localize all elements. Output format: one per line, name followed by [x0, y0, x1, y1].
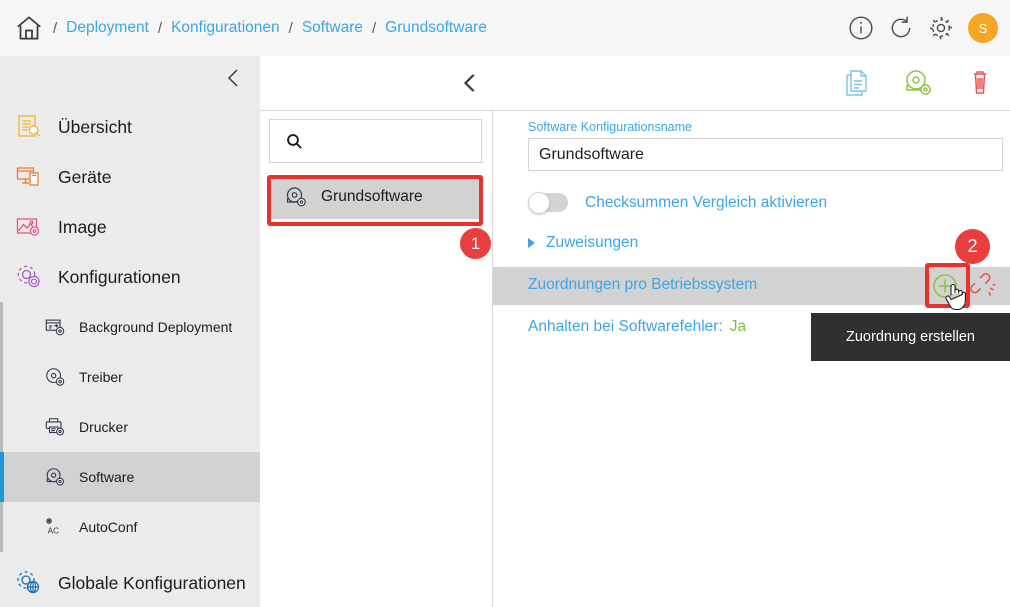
search-icon — [286, 133, 303, 150]
svg-text:AC: AC — [48, 526, 60, 535]
sidebar-subnav: Background Deployment Treiber Drucker So… — [0, 302, 260, 552]
sidebar-nav-list: Übersicht Geräte Image Konfigurationen B… — [0, 102, 260, 607]
sidebar-subitem-label: Drucker — [79, 419, 129, 435]
copy-document-icon[interactable] — [839, 66, 873, 100]
annotation-badge-2-label: 2 — [967, 236, 978, 256]
app-root: / Deployment / Konfigurationen / Softwar… — [0, 0, 1010, 607]
search-input[interactable] — [311, 132, 496, 150]
list-panel: Grundsoftware — [260, 56, 496, 607]
checksum-toggle[interactable] — [528, 191, 568, 214]
detail-toolbar-divider — [493, 110, 1010, 111]
tooltip: Zuordnung erstellen — [811, 313, 1010, 361]
breadcrumb-item-deployment[interactable]: Deployment — [66, 19, 149, 37]
chevron-right-icon — [528, 238, 535, 248]
overview-icon — [14, 112, 44, 142]
breadcrumb-separator-1: / — [157, 19, 163, 37]
row-anhalten-value: Ja — [729, 318, 747, 335]
breadcrumb-item-software[interactable]: Software — [302, 19, 363, 37]
sidebar-subitem-label: Background Deployment — [79, 319, 233, 335]
image-icon — [14, 212, 44, 242]
row-zuordnungen-pro-betriebssystem[interactable]: Zuordnungen pro Betriebssystem — [493, 267, 1010, 305]
toggle-knob — [528, 191, 550, 214]
gear-icon[interactable] — [928, 15, 954, 41]
breadcrumb-item-grundsoftware[interactable]: Grundsoftware — [385, 19, 487, 37]
autoconf-icon: AC — [44, 516, 66, 538]
breadcrumb-item-konfigurationen[interactable]: Konfigurationen — [171, 19, 280, 37]
mouse-cursor-icon — [944, 281, 966, 311]
detail-back-chevron-left-icon[interactable] — [458, 70, 480, 96]
breadcrumb-separator-0: / — [53, 19, 58, 37]
row-anhalten-bei-softwarefehler: Anhalten bei Softwarefehler: Ja — [528, 308, 746, 346]
sidebar-item-background-deployment[interactable]: Background Deployment — [0, 302, 260, 352]
configurations-icon — [14, 262, 44, 292]
avatar-initial: S — [978, 20, 988, 36]
sidebar-collapse-chevron-left-icon[interactable] — [222, 65, 244, 91]
search-box[interactable] — [269, 119, 496, 163]
devices-icon — [14, 162, 44, 192]
sidebar-item-drucker[interactable]: Drucker — [0, 402, 260, 452]
sidebar-item-autoconf[interactable]: AC AutoConf — [0, 502, 260, 552]
software-disc-icon[interactable] — [901, 66, 935, 100]
home-icon[interactable] — [14, 13, 44, 43]
sidebar-subitem-label: Software — [79, 469, 135, 485]
sidebar-subitem-label: Treiber — [79, 369, 123, 385]
checksum-toggle-label: Checksummen Vergleich aktivieren — [585, 193, 828, 211]
delete-trash-icon[interactable] — [963, 66, 997, 100]
annotation-badge-1-label: 1 — [470, 233, 481, 253]
checksum-toggle-row[interactable]: Checksummen Vergleich aktivieren — [528, 191, 1003, 214]
top-header-bar: / Deployment / Konfigurationen / Softwar… — [0, 0, 1010, 56]
breadcrumb-separator-3: / — [372, 19, 377, 37]
refresh-icon[interactable] — [888, 15, 914, 41]
sidebar-item-label: Image — [58, 216, 107, 237]
row-anhalten-label: Anhalten bei Softwarefehler: — [528, 318, 723, 335]
header-actions: S — [848, 0, 998, 56]
sidebar-subitem-label: AutoConf — [79, 519, 138, 535]
sidebar-item-software[interactable]: Software — [0, 452, 260, 502]
software-icon — [44, 466, 66, 488]
list-item-label: Grundsoftware — [321, 188, 423, 205]
detail-toolbar — [463, 56, 1010, 111]
sidebar-item-uebersicht[interactable]: Übersicht — [0, 102, 260, 152]
annotation-badge-1: 1 — [460, 228, 491, 259]
sidebar: Übersicht Geräte Image Konfigurationen B… — [0, 56, 260, 607]
driver-icon — [44, 366, 66, 388]
row-zuweisungen-label[interactable]: Zuweisungen — [546, 234, 638, 252]
sidebar-item-geraete[interactable]: Geräte — [0, 152, 260, 202]
global-configurations-icon — [14, 568, 44, 598]
broken-link-icon[interactable] — [968, 271, 998, 301]
sidebar-item-globale-konfigurationen[interactable]: Globale Konfigurationen — [0, 558, 260, 607]
row-zuweisungen[interactable]: Zuweisungen — [528, 224, 1003, 262]
sidebar-item-treiber[interactable]: Treiber — [0, 352, 260, 402]
sidebar-item-label: Geräte — [58, 166, 112, 187]
breadcrumb: / Deployment / Konfigurationen / Softwar… — [0, 13, 487, 43]
list-item-grundsoftware[interactable]: Grundsoftware — [269, 175, 482, 219]
breadcrumb-separator-2: / — [288, 19, 293, 37]
software-disc-icon — [284, 185, 308, 209]
tooltip-text: Zuordnung erstellen — [846, 329, 975, 345]
detail-form: Software Konfigurationsname Checksummen … — [528, 120, 1003, 262]
sidebar-item-image[interactable]: Image — [0, 202, 260, 252]
annotation-badge-2: 2 — [955, 229, 990, 264]
sidebar-item-label: Übersicht — [58, 116, 132, 137]
info-icon[interactable] — [848, 15, 874, 41]
sidebar-item-konfigurationen[interactable]: Konfigurationen — [0, 252, 260, 302]
background-deployment-icon — [44, 316, 66, 338]
printer-icon — [44, 416, 66, 438]
list-panel-divider — [260, 110, 493, 111]
avatar[interactable]: S — [968, 13, 998, 43]
config-name-input[interactable] — [528, 138, 1003, 171]
sidebar-item-label: Konfigurationen — [58, 266, 181, 287]
detail-toolbar-actions — [839, 66, 997, 100]
sidebar-footer-label: Globale Konfigurationen — [58, 572, 246, 593]
row-zuordnungen-label[interactable]: Zuordnungen pro Betriebssystem — [528, 276, 757, 294]
config-name-label: Software Konfigurationsname — [528, 120, 692, 134]
